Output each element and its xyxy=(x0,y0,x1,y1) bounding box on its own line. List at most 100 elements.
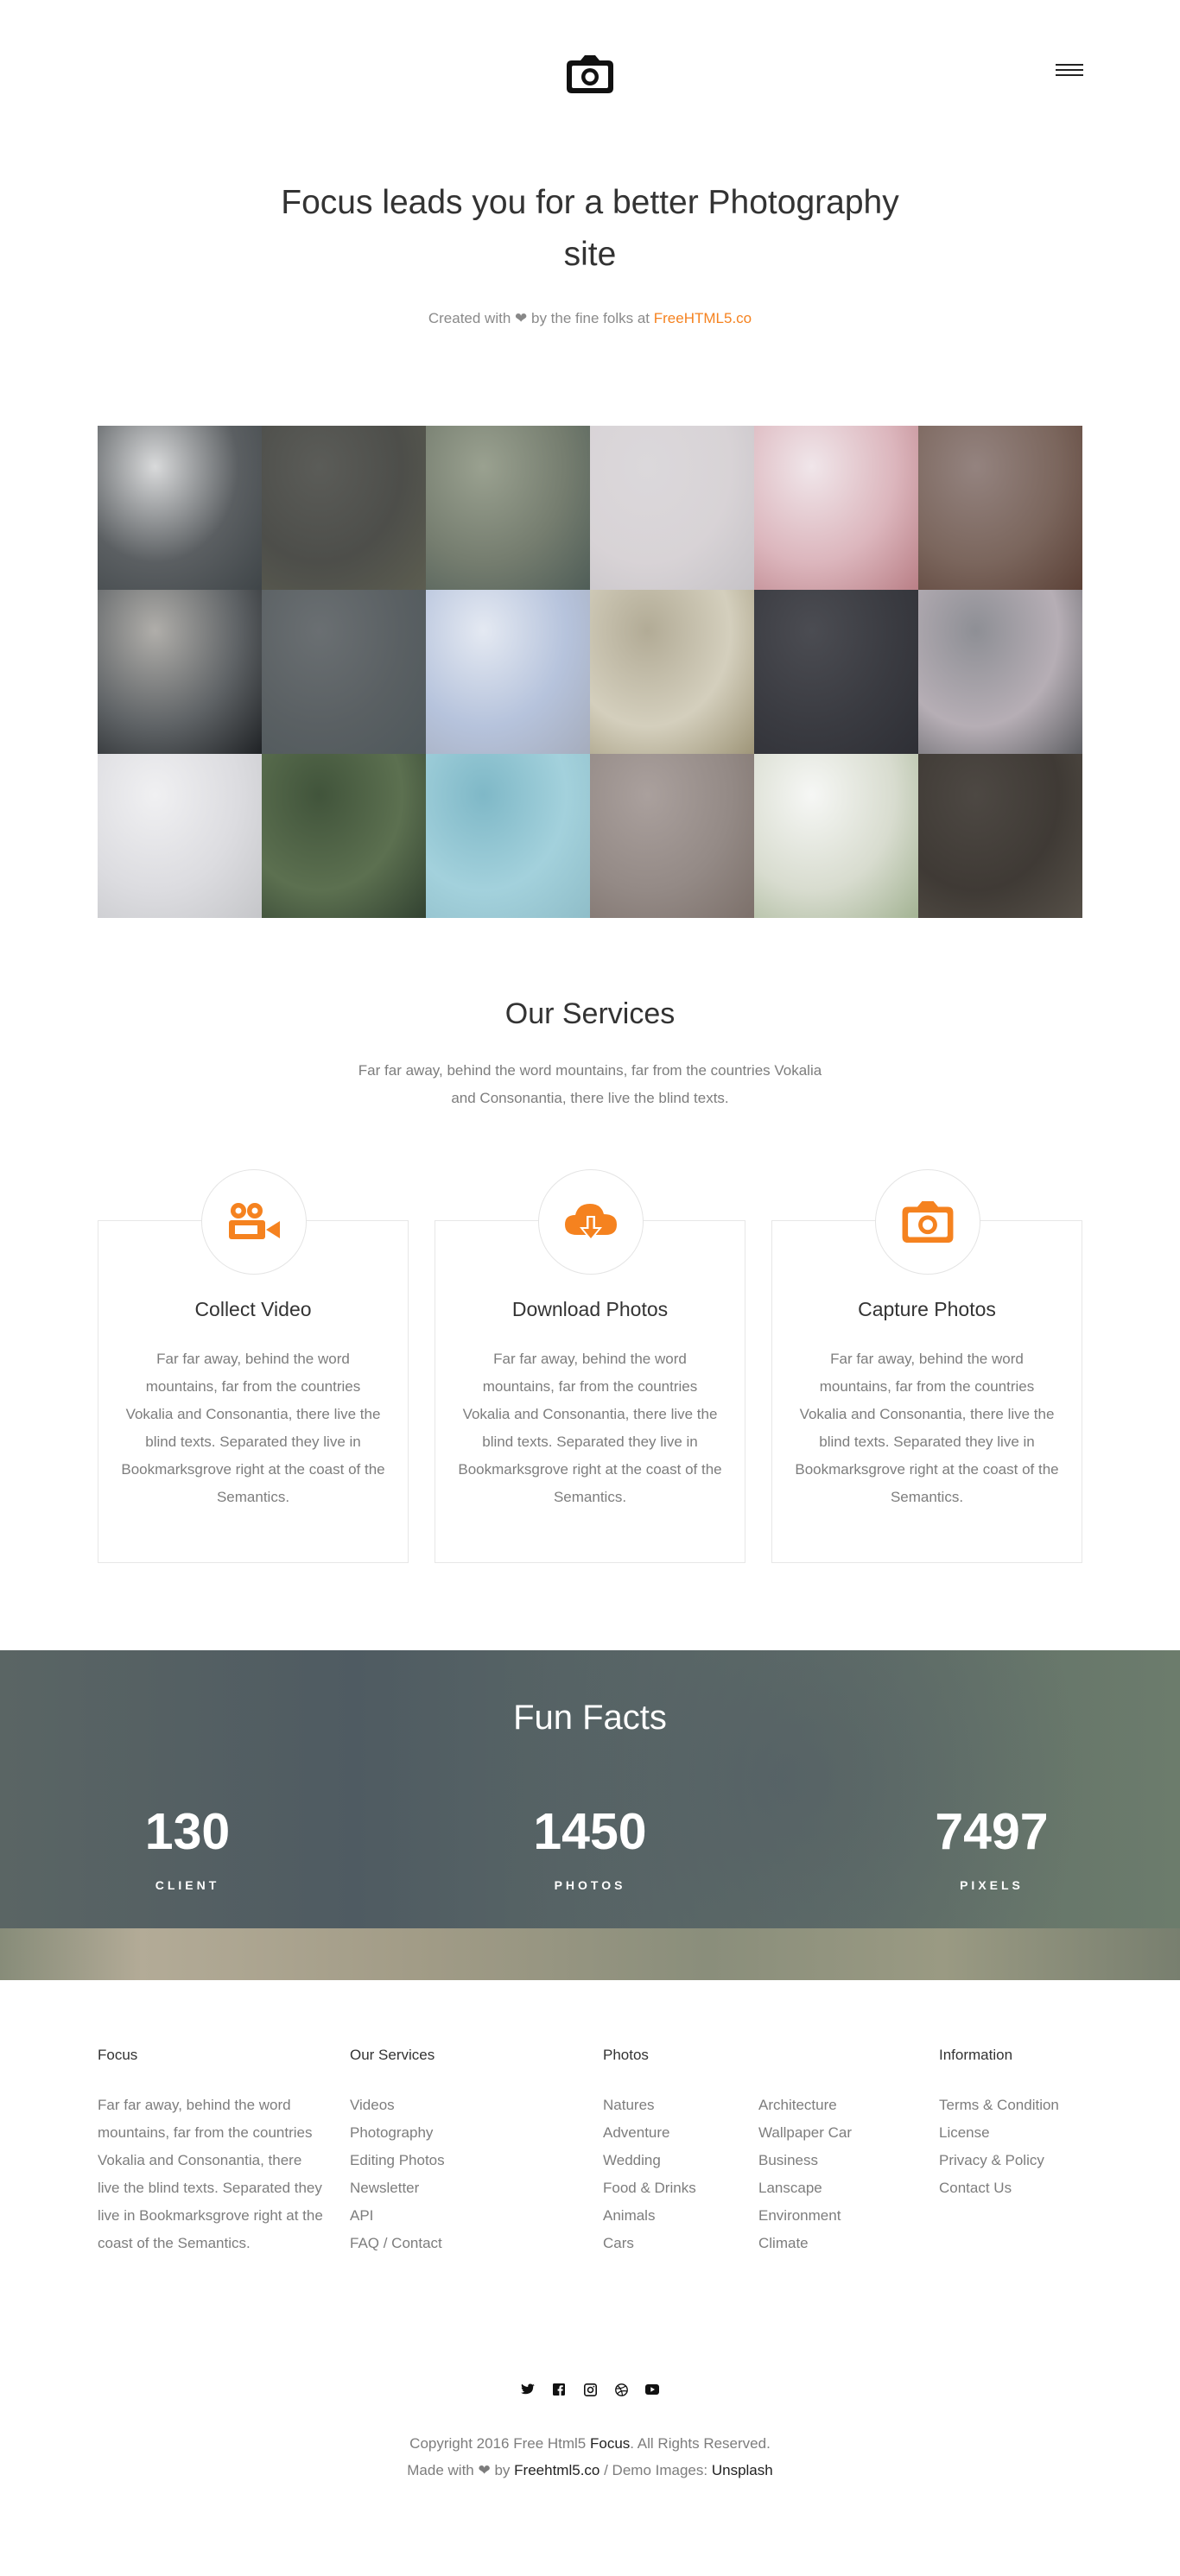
fact-photos: 1450 PHOTOS xyxy=(478,1804,702,1892)
gallery-photo[interactable] xyxy=(754,426,918,590)
footer-photos: Photos Natures Adventure Wedding Food & … xyxy=(603,2047,758,2257)
fact-client: 130 CLIENT xyxy=(75,1804,300,1892)
copyright-brand: Focus xyxy=(590,2435,631,2452)
service-text: Far far away, behind the word mountains,… xyxy=(121,1351,385,1505)
footer-services-title: Our Services xyxy=(350,2047,435,2063)
footer-link[interactable]: Privacy & Policy xyxy=(939,2147,1094,2174)
copyright-suffix: . All Rights Reserved. xyxy=(630,2435,771,2452)
cloud-download-icon[interactable] xyxy=(538,1169,644,1275)
gallery-photo[interactable] xyxy=(98,590,262,754)
footer-link[interactable]: Business xyxy=(758,2147,923,2174)
twitter-icon[interactable] xyxy=(518,2380,537,2399)
hero: Focus leads you for a better Photography… xyxy=(0,177,1180,327)
gallery-photo[interactable] xyxy=(426,754,590,918)
fact-label: CLIENT xyxy=(155,1878,220,1892)
camera-icon[interactable] xyxy=(875,1169,980,1275)
gallery-photo[interactable] xyxy=(98,426,262,590)
heart-icon: ❤ xyxy=(478,2462,491,2478)
services-title: Our Services xyxy=(504,997,676,1030)
footer-link[interactable]: Adventure xyxy=(603,2119,758,2147)
instagram-icon[interactable] xyxy=(580,2380,600,2399)
footer-link[interactable]: Lanscape xyxy=(758,2174,923,2202)
footer-link[interactable]: Wallpaper Car xyxy=(758,2119,923,2147)
gallery-photo[interactable] xyxy=(262,590,426,754)
gallery-photo[interactable] xyxy=(754,590,918,754)
site-header xyxy=(0,0,1180,147)
hero-title: Focus leads you for a better Photography… xyxy=(281,184,899,273)
footer-photos-title: Photos xyxy=(603,2047,649,2063)
footer-information: Information Terms & Condition License Pr… xyxy=(939,2047,1094,2202)
fact-number: 7497 xyxy=(935,1803,1049,1860)
service-text: Far far away, behind the word mountains,… xyxy=(458,1351,722,1505)
youtube-icon[interactable] xyxy=(643,2380,662,2399)
footer-about-text: Far far away, behind the word mountains,… xyxy=(98,2097,323,2251)
made-with: Made with ❤ by Freehtml5.co / Demo Image… xyxy=(0,2462,1180,2479)
credit-prefix: Created with xyxy=(428,310,511,326)
dribbble-icon[interactable] xyxy=(612,2380,631,2399)
services-intro: Far far away, behind the word mountains,… xyxy=(358,1062,822,1106)
footer-information-title: Information xyxy=(939,2047,1013,2063)
gallery-photo[interactable] xyxy=(590,754,754,918)
fun-facts-title: Fun Facts xyxy=(513,1699,667,1737)
copyright: Copyright 2016 Free Html5 Focus. All Rig… xyxy=(0,2435,1180,2453)
footer-link[interactable]: API xyxy=(350,2202,574,2230)
footer-link[interactable]: Natures xyxy=(603,2092,758,2119)
footer-services: Our Services Videos Photography Editing … xyxy=(350,2047,574,2257)
service-text: Far far away, behind the word mountains,… xyxy=(795,1351,1059,1505)
made-by: by xyxy=(494,2462,511,2478)
copyright-prefix: Copyright 2016 Free Html5 xyxy=(409,2435,587,2452)
fun-facts-section: Fun Facts 130 CLIENT 1450 PHOTOS 7497 PI… xyxy=(0,1650,1180,1980)
gallery-photo[interactable] xyxy=(590,590,754,754)
fact-number: 1450 xyxy=(533,1803,647,1860)
demo-prefix: / Demo Images: xyxy=(604,2462,708,2478)
footer-link[interactable]: Videos xyxy=(350,2092,574,2119)
services-header: Our Services Far far away, behind the wo… xyxy=(0,997,1180,1112)
gallery-photo[interactable] xyxy=(426,590,590,754)
footer-link[interactable]: Wedding xyxy=(603,2147,758,2174)
made-prefix: Made with xyxy=(407,2462,474,2478)
fact-label: PHOTOS xyxy=(554,1878,626,1892)
gallery-photo[interactable] xyxy=(590,426,754,590)
gallery-photo[interactable] xyxy=(262,754,426,918)
unsplash-link[interactable]: Unsplash xyxy=(712,2462,773,2478)
footer-link[interactable]: License xyxy=(939,2119,1094,2147)
video-camera-icon[interactable] xyxy=(201,1169,307,1275)
gallery-photo[interactable] xyxy=(754,754,918,918)
footer-about: Focus Far far away, behind the word moun… xyxy=(98,2047,324,2257)
gallery-photo[interactable] xyxy=(918,590,1082,754)
facebook-icon[interactable] xyxy=(549,2380,568,2399)
footer-link[interactable]: Photography xyxy=(350,2119,574,2147)
service-card-collect-video: Collect Video Far far away, behind the w… xyxy=(98,1169,409,1563)
footer-link[interactable]: Environment xyxy=(758,2202,923,2230)
fact-label: PIXELS xyxy=(960,1878,1024,1892)
heart-icon: ❤ xyxy=(515,310,528,326)
freehtml5-link[interactable]: FreeHTML5.co xyxy=(654,310,752,326)
footer-link[interactable]: Cars xyxy=(603,2230,758,2257)
hamburger-menu-icon[interactable] xyxy=(1056,64,1083,81)
gallery-photo[interactable] xyxy=(426,426,590,590)
footer-link[interactable]: FAQ / Contact xyxy=(350,2230,574,2257)
footer-link[interactable]: Terms & Condition xyxy=(939,2092,1094,2119)
logo-camera-icon[interactable] xyxy=(567,55,613,93)
fact-pixels: 7497 PIXELS xyxy=(879,1804,1104,1892)
gallery-photo[interactable] xyxy=(918,426,1082,590)
service-card-capture-photos: Capture Photos Far far away, behind the … xyxy=(771,1169,1082,1563)
fact-number: 130 xyxy=(144,1803,231,1860)
gallery-photo[interactable] xyxy=(918,754,1082,918)
hero-credit: Created with ❤ by the fine folks at Free… xyxy=(0,310,1180,327)
footer-link[interactable]: Newsletter xyxy=(350,2174,574,2202)
social-links xyxy=(0,2380,1180,2399)
gallery-photo[interactable] xyxy=(98,754,262,918)
freehtml5-footer-link[interactable]: Freehtml5.co xyxy=(514,2462,600,2478)
footer-link[interactable]: Climate xyxy=(758,2230,923,2257)
footer-link[interactable]: Contact Us xyxy=(939,2174,1094,2202)
footer-link[interactable]: Architecture xyxy=(758,2092,923,2119)
footer-about-title: Focus xyxy=(98,2047,138,2063)
service-title: Download Photos xyxy=(511,1298,669,1320)
footer-link[interactable]: Editing Photos xyxy=(350,2147,574,2174)
service-title: Collect Video xyxy=(194,1298,312,1320)
footer-link[interactable]: Animals xyxy=(603,2202,758,2230)
footer-link[interactable]: Food & Drinks xyxy=(603,2174,758,2202)
gallery-photo[interactable] xyxy=(262,426,426,590)
photo-gallery xyxy=(98,426,1082,918)
